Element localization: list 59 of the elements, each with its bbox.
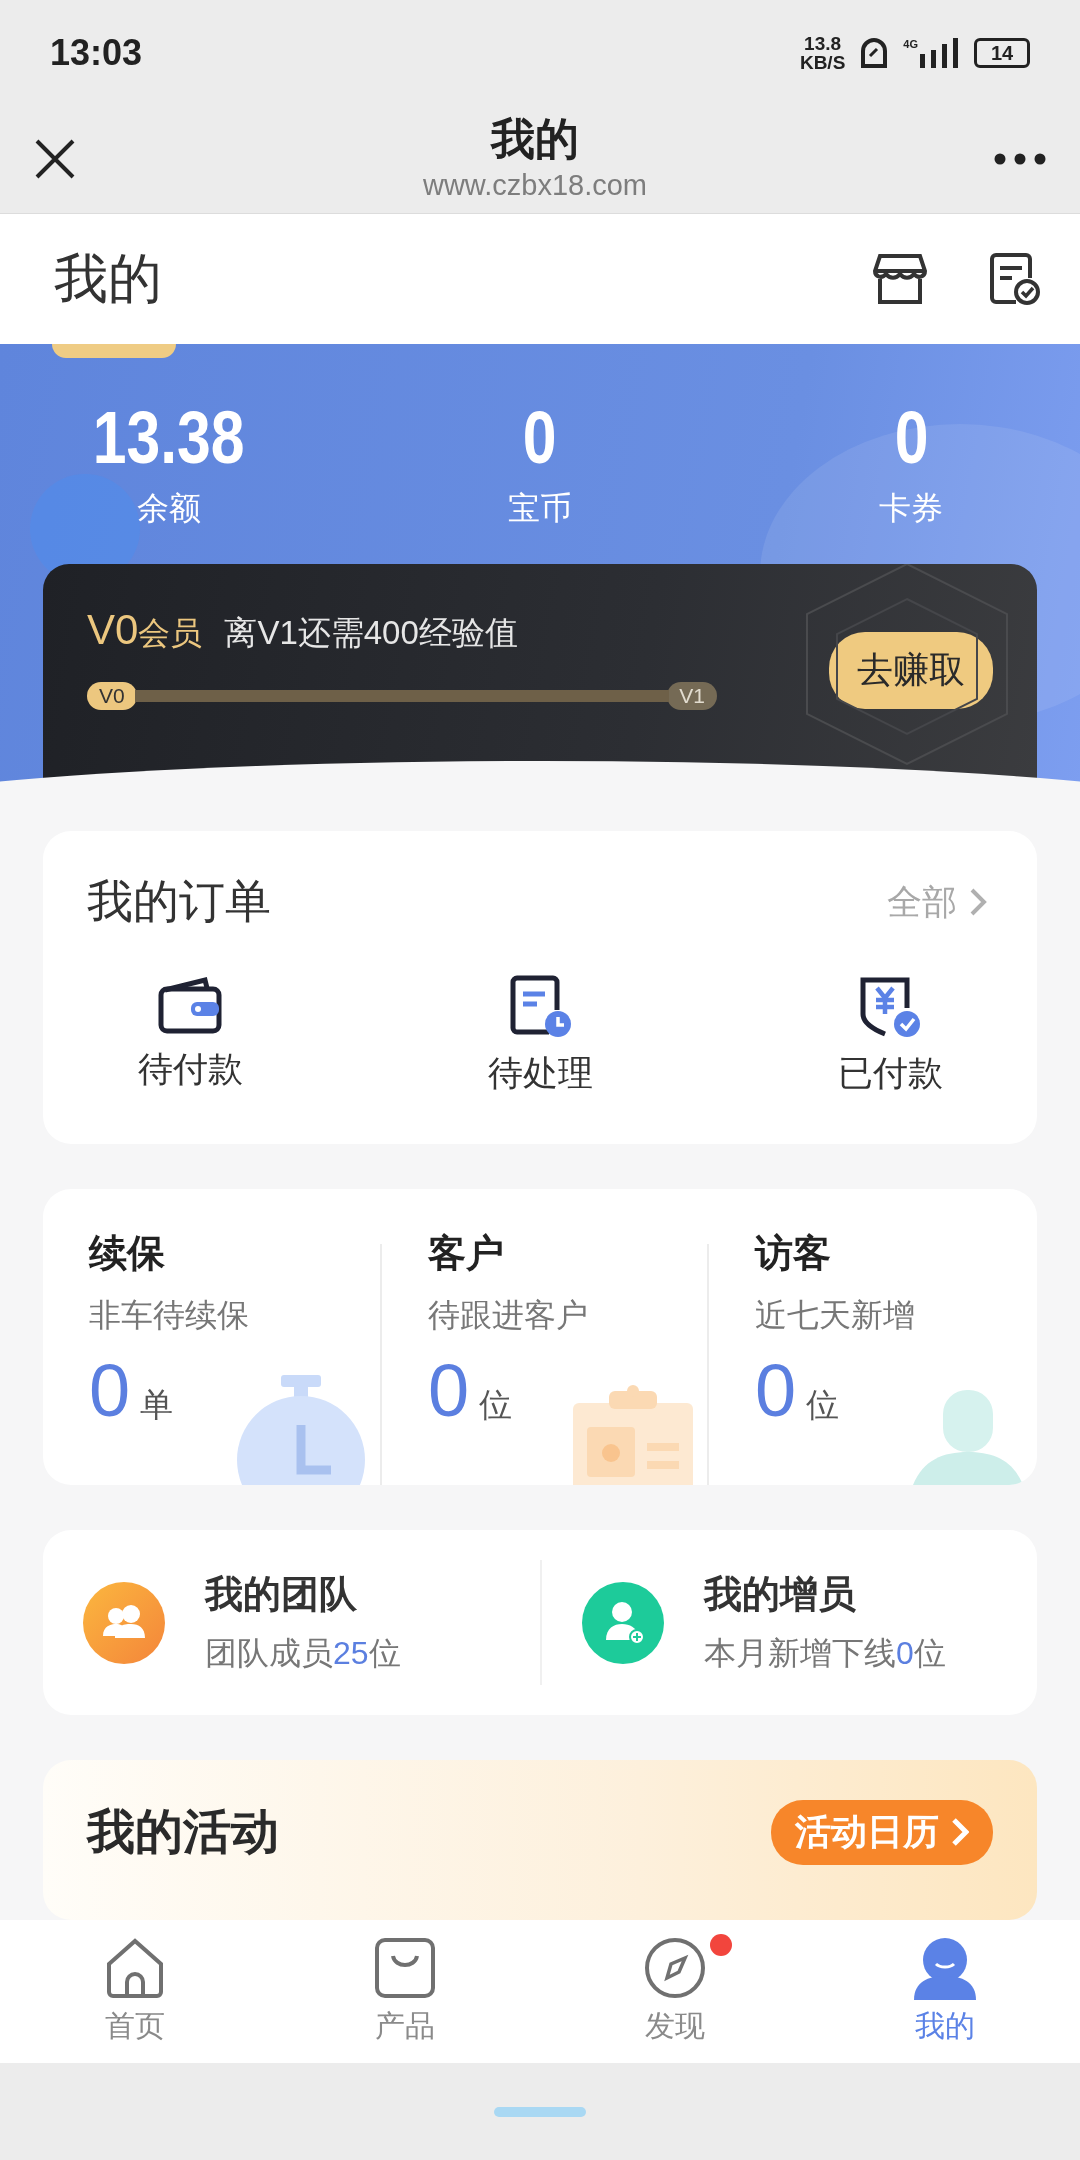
stat-subtitle: 待跟进客户: [428, 1296, 589, 1336]
calendar-button[interactable]: 活动日历: [771, 1800, 993, 1865]
team-title: 我的团队: [205, 1572, 358, 1617]
page-title: 我的: [491, 113, 579, 165]
battery-level: 14: [974, 37, 1030, 68]
view-all-link[interactable]: 全部: [881, 877, 993, 927]
stat-unit: 单: [140, 1385, 174, 1426]
notification-icon: [859, 35, 890, 70]
shopping-bag-icon: [373, 1936, 437, 2000]
balance-label: 卡券: [879, 489, 944, 528]
balance-value: 0: [894, 396, 929, 480]
order-status-item[interactable]: 待处理: [365, 973, 715, 1098]
nav-tab[interactable]: 发现: [540, 1920, 810, 2063]
chevron-icon: [951, 1817, 969, 1848]
stat-value: 0: [428, 1351, 470, 1432]
team-summary: 团队成员25位: [205, 1634, 401, 1673]
balance-label: 宝币: [508, 489, 572, 528]
level-hint: 离V1还需400经验值: [224, 613, 518, 653]
nav-tab[interactable]: 产品: [270, 1920, 540, 2063]
page-url: www.czbx18.com: [423, 168, 647, 203]
level-start: V0: [87, 682, 137, 710]
signal-icon: [920, 37, 960, 68]
stat-unit: 位: [479, 1385, 513, 1426]
member-level: V0会员: [87, 606, 203, 655]
section-title: 我的订单: [87, 874, 271, 929]
header-title: 我的: [54, 246, 163, 310]
level-end: V1: [667, 682, 717, 710]
wallet-icon: [157, 974, 223, 1036]
stat-value: 0: [89, 1351, 131, 1432]
store-icon[interactable]: [872, 253, 928, 305]
stat-title: 客户: [428, 1231, 505, 1277]
earn-button[interactable]: 去赚取: [829, 632, 993, 709]
close-icon[interactable]: [34, 138, 76, 180]
status-time: 13:03: [50, 31, 143, 74]
stat-title: 续保: [89, 1231, 166, 1277]
stat-unit: 位: [806, 1385, 840, 1426]
order-status-item[interactable]: 待付款: [15, 973, 365, 1098]
add-user-icon: [582, 1581, 664, 1664]
order-status-item[interactable]: 已付款: [715, 973, 1065, 1098]
chevron-icon: [969, 887, 987, 917]
balance-value: 0: [523, 396, 557, 480]
section-title: 我的活动: [87, 1804, 279, 1860]
stat-subtitle: 非车待续保: [89, 1296, 250, 1336]
stat-subtitle: 近七天新增: [755, 1296, 916, 1336]
network-type: 4G: [903, 37, 918, 50]
document-check-icon[interactable]: [988, 252, 1040, 306]
network-speed: 13.8 KB/S: [799, 33, 846, 72]
team-summary: 本月新增下线0位: [704, 1634, 946, 1673]
balance-value: 13.38: [92, 396, 245, 480]
stat-value: 0: [755, 1351, 797, 1432]
stat-title: 访客: [755, 1231, 832, 1277]
team-title: 我的增员: [704, 1572, 857, 1617]
user-icon: [912, 1936, 978, 2000]
nav-tab[interactable]: 首页: [0, 1920, 270, 2063]
more-icon[interactable]: [994, 153, 1046, 165]
compass-icon: [643, 1936, 707, 2000]
nav-tab[interactable]: 我的: [810, 1920, 1080, 2063]
balance-label: 余额: [136, 489, 201, 528]
people-icon: [83, 1581, 165, 1664]
